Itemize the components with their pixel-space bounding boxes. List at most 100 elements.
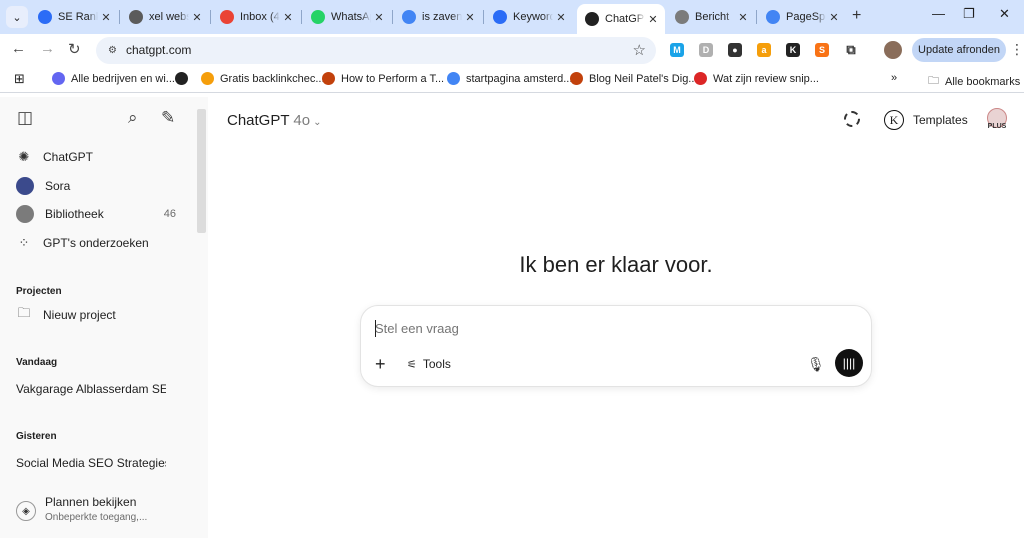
tab-strip: ⌄ SE Ranking✕xel website✕Inbox (4✕WhatsA…	[0, 0, 1024, 34]
tab[interactable]: WhatsApp✕	[303, 4, 391, 30]
apps-grid-icon[interactable]: ⊞	[14, 71, 25, 87]
view-plans-button[interactable]: ◈ Plannen bekijken Onbeperkte toegang,..…	[16, 495, 147, 523]
whatsapp-icon	[311, 10, 325, 24]
tab[interactable]: Inbox (4 ✕	[212, 4, 300, 30]
temporary-chat-icon[interactable]	[844, 111, 860, 127]
templates-button[interactable]: Templates	[913, 113, 968, 127]
yesterday-heading: Gisteren	[16, 431, 57, 442]
close-window-icon[interactable]: ✕	[999, 6, 1010, 22]
new-project-button[interactable]: 🗀 Nieuw project	[16, 302, 192, 328]
tab-separator	[483, 10, 484, 24]
close-tab-icon[interactable]: ✕	[371, 11, 387, 24]
arrow-bm-icon	[52, 72, 65, 85]
url-text[interactable]: chatgpt.com	[126, 43, 191, 57]
update-button[interactable]: Update afronden	[912, 38, 1006, 62]
seo-ext-icon[interactable]: S	[815, 43, 829, 57]
bookmark-label: Blog Neil Patel's Dig...	[589, 72, 698, 85]
tab[interactable]: Bericht ✕	[667, 4, 755, 30]
restore-icon[interactable]: ❐	[963, 6, 975, 22]
tab[interactable]: ChatGPT✕	[577, 4, 665, 34]
site-info-icon[interactable]: ⚙	[104, 42, 121, 59]
close-tab-icon[interactable]: ✕	[280, 11, 296, 24]
globe-bm-icon	[175, 72, 188, 85]
new-tab-button[interactable]: +	[852, 7, 861, 25]
close-tab-icon[interactable]: ✕	[98, 11, 114, 24]
tab[interactable]: PageSpeed✕	[758, 4, 846, 30]
mask-ext-icon[interactable]: ●	[728, 43, 742, 57]
chat-item[interactable]: Social Media SEO Strategies	[16, 456, 166, 470]
neil-bm-icon	[570, 72, 583, 85]
item-count: 46	[163, 208, 176, 220]
forward-icon[interactable]: →	[40, 40, 55, 57]
profile-avatar[interactable]	[884, 41, 902, 59]
tab[interactable]: SE Ranking✕	[30, 4, 118, 30]
sidebar-item-label: Sora	[45, 179, 71, 193]
reload-icon[interactable]: ↻	[68, 40, 81, 58]
minimize-icon[interactable]: —	[932, 6, 945, 21]
address-bar[interactable]: ⚙ chatgpt.com ☆	[96, 37, 656, 64]
search-icon[interactable]: ⌕	[128, 108, 138, 128]
bookmark-label: Alle bedrijven en wi...	[71, 72, 175, 85]
close-tab-icon[interactable]: ✕	[189, 11, 205, 24]
bookmark-item[interactable]: How to Perform a T...	[322, 72, 444, 85]
close-tab-icon[interactable]: ✕	[826, 11, 842, 24]
tab-title: PageSpeed	[786, 11, 826, 23]
close-tab-icon[interactable]: ✕	[553, 11, 569, 24]
bookmark-item[interactable]: Alle bedrijven en wi...	[52, 72, 175, 85]
bookmark-item[interactable]: Wat zijn review snip...	[694, 72, 819, 85]
tab[interactable]: is zaven ✕	[394, 4, 482, 30]
new-project-label: Nieuw project	[43, 308, 116, 322]
folder-icon: 🗀	[928, 75, 939, 87]
sidebar-item[interactable]: Bibliotheek 46	[16, 201, 192, 227]
bookmarks-bar: ⊞ Alle bedrijven en wi... Gratis backlink…	[0, 66, 1024, 93]
sidebar-item[interactable]: ⁘ GPT's onderzoeken	[16, 230, 192, 256]
k-logo-icon[interactable]: K	[884, 110, 904, 130]
se-ranking-icon	[38, 10, 52, 24]
plus-badge: PLUS	[987, 123, 1007, 130]
model-selector[interactable]: ChatGPT 4o ⌄	[227, 112, 322, 129]
bookmark-item[interactable]: Blog Neil Patel's Dig...	[570, 72, 697, 85]
bookmark-label: Wat zijn review snip...	[713, 72, 819, 85]
tab-title: SE Ranking	[58, 11, 98, 23]
back-icon[interactable]: ←	[11, 40, 26, 57]
menu-kebab-icon[interactable]: ⋮	[1010, 41, 1024, 58]
new-chat-icon[interactable]: ✎	[161, 108, 175, 128]
library-icon	[16, 205, 34, 223]
welcome-heading: Ik ben er klaar voor.	[519, 252, 713, 277]
prompt-input[interactable]	[375, 321, 795, 336]
bookmark-star-icon[interactable]: ☆	[633, 41, 646, 59]
tab[interactable]: Keyword ✕	[485, 4, 573, 30]
tab-separator	[119, 10, 120, 24]
waveform-icon: ||||	[842, 356, 856, 370]
all-bookmarks[interactable]: 🗀 Alle bookmarks	[928, 72, 1020, 91]
sidebar-scrollbar[interactable]	[197, 109, 206, 233]
bookmark-item[interactable]: startpagina amsterd...	[447, 72, 572, 85]
sidebar-item[interactable]: ✺ ChatGPT	[16, 144, 192, 170]
user-avatar[interactable]: PLUS	[985, 108, 1009, 134]
bookmarks-overflow[interactable]: »	[891, 72, 897, 84]
gmail-icon	[220, 10, 234, 24]
tab-search-button[interactable]: ⌄	[6, 6, 28, 28]
bookmark-item[interactable]	[175, 72, 194, 85]
close-tab-icon[interactable]: ✕	[735, 11, 751, 24]
tab-title: Bericht	[695, 11, 730, 23]
microphone-icon[interactable]: 🎙	[807, 356, 825, 373]
close-tab-icon[interactable]: ✕	[462, 11, 478, 24]
tools-button[interactable]: ⚟ Tools	[407, 357, 451, 371]
m-ext-icon[interactable]: M	[670, 43, 684, 57]
openai-icon	[585, 12, 599, 26]
puzzle-icon[interactable]: ⧉	[844, 42, 858, 57]
tab-title: ChatGPT	[605, 13, 645, 25]
amazon-ext-icon[interactable]: a	[757, 43, 771, 57]
k-ext-icon[interactable]: K	[786, 43, 800, 57]
tools-label: Tools	[422, 357, 451, 371]
sidebar-item[interactable]: Sora	[16, 173, 192, 199]
d-ext-icon[interactable]: D	[699, 43, 713, 57]
chat-item[interactable]: Vakgarage Alblasserdam SEO	[16, 382, 166, 396]
bookmark-item[interactable]: Gratis backlinkchec...	[201, 72, 325, 85]
voice-mode-button[interactable]: ||||	[835, 349, 863, 377]
attach-plus-icon[interactable]: +	[375, 354, 386, 375]
sidebar-toggle-icon[interactable]: ◫	[17, 108, 33, 128]
tab[interactable]: xel website✕	[121, 4, 209, 30]
close-tab-icon[interactable]: ✕	[645, 13, 661, 26]
